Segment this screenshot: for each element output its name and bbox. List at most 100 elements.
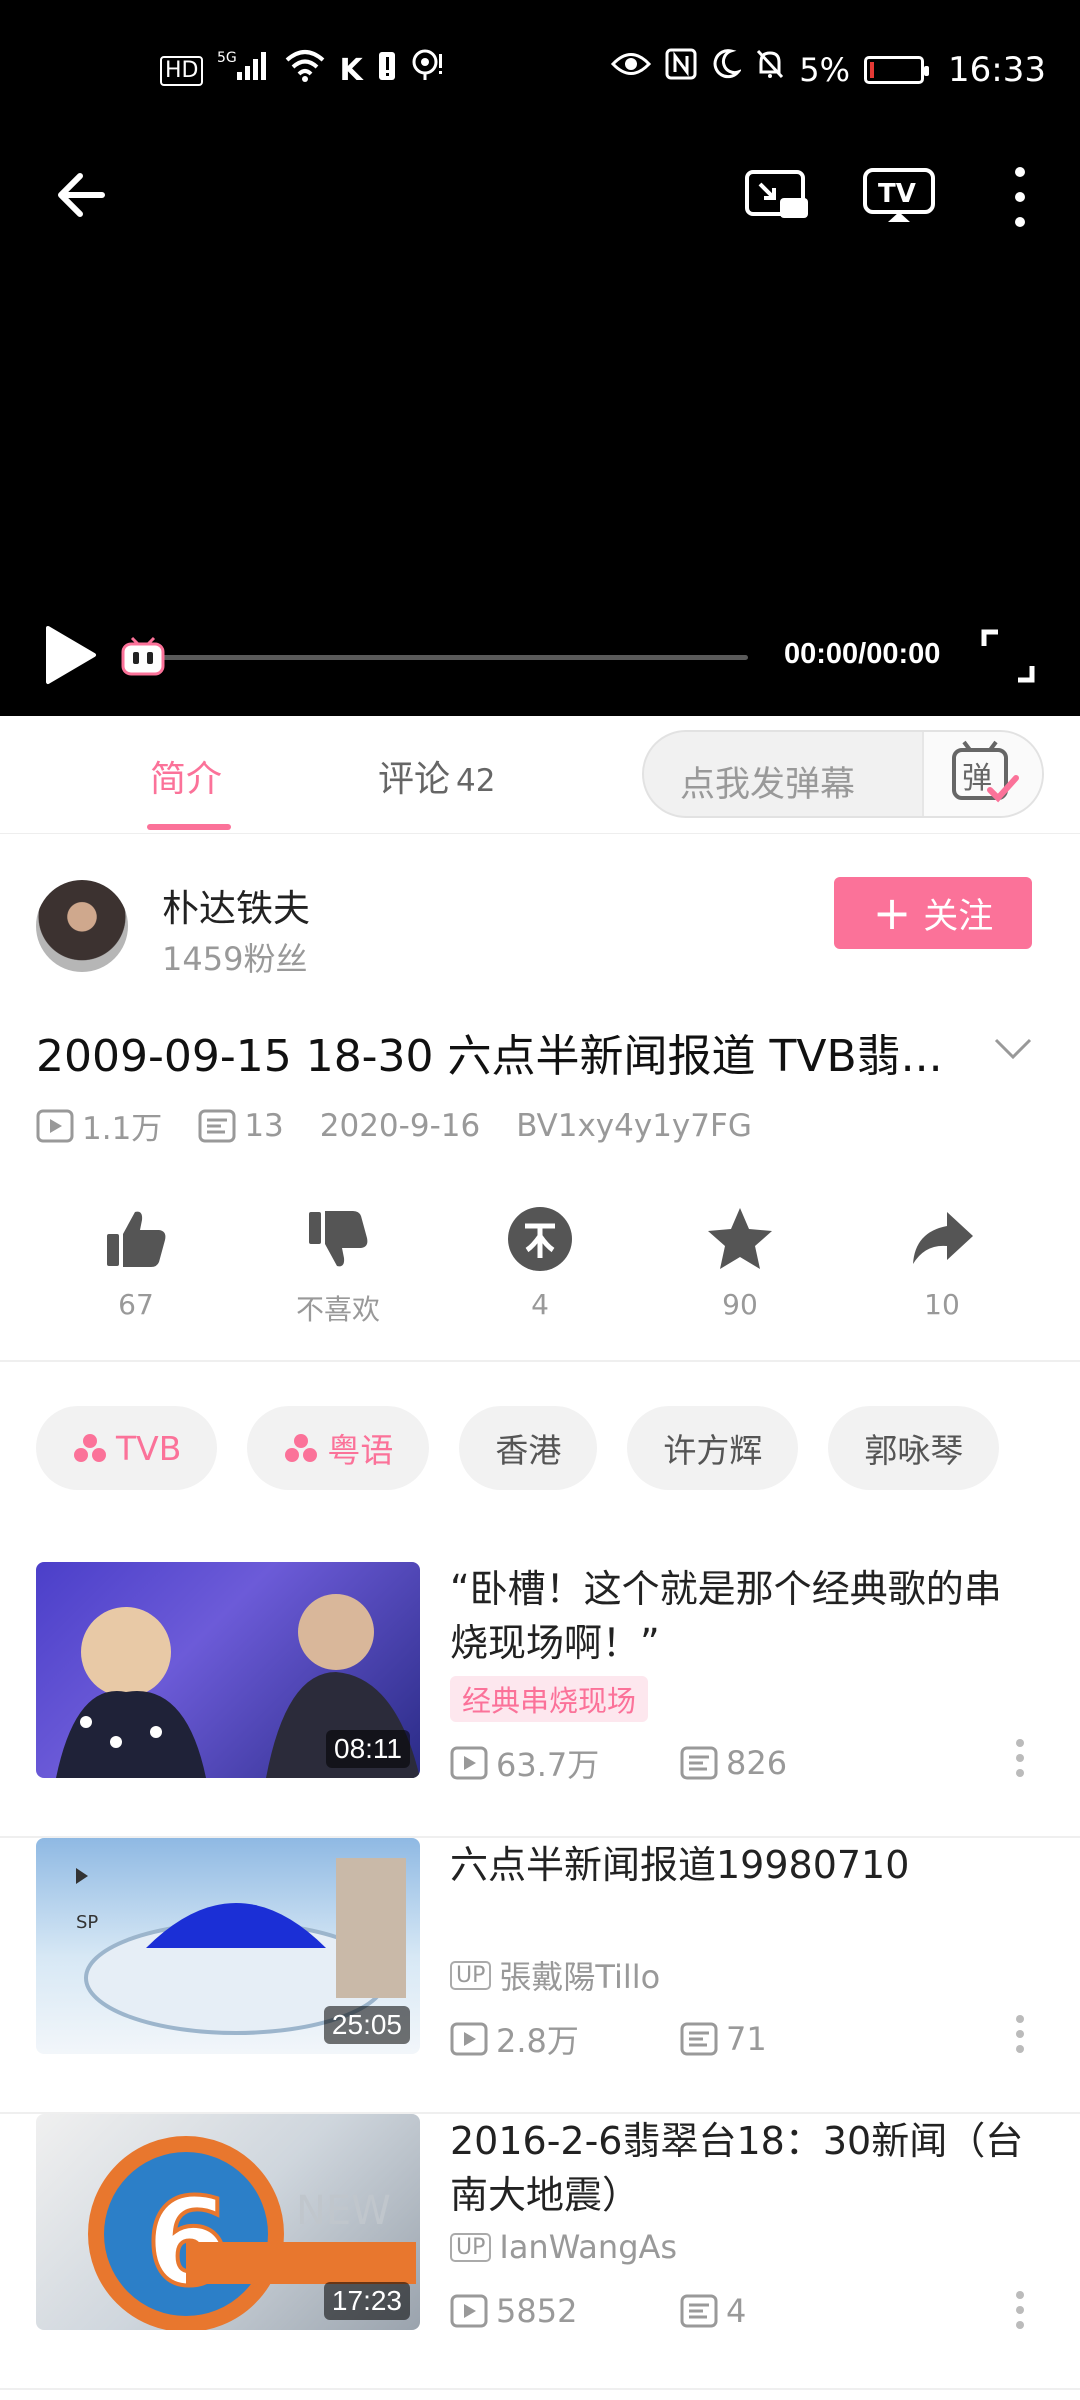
plus-icon: + [872,886,912,940]
related-video-item[interactable]: 6 NEW 17:23 2016-2-6翡翠台18：30新闻（台南大地震） UP… [0,2114,1080,2390]
more-options-button[interactable] [1000,162,1040,232]
video-thumbnail[interactable]: SP 25:05 [36,1838,420,2054]
tag-chip[interactable]: 郭咏琴 [828,1406,1000,1490]
tv-icon: TV [863,168,935,222]
tv-mascot-icon [121,636,165,676]
play-count-icon [450,2294,488,2328]
danmaku-count-icon [198,1109,236,1142]
tag-label: 粤语 [327,1431,394,1470]
tab-comments[interactable]: 评论 42 [378,750,495,802]
related-video-title[interactable]: “卧槽！这个就是那个经典歌的串烧现场啊！” [450,1562,1030,1670]
video-thumbnail[interactable]: 08:11 [36,1562,420,1778]
like-button[interactable]: 67 [61,1200,211,1321]
related-uploader[interactable]: UP 張戴陽Tillo [450,1952,660,1998]
danmaku-toggle-button[interactable]: 弹 [922,732,1042,816]
play-button[interactable] [40,620,100,690]
fullscreen-button[interactable] [980,628,1036,684]
danmaku-count-icon [680,1746,718,1780]
video-duration: 25:05 [323,2006,410,2044]
coin-count: 4 [531,1288,549,1321]
related-video-item[interactable]: 08:11 “卧槽！这个就是那个经典歌的串烧现场啊！” 经典串烧现场 63.7万… [0,1562,1080,1838]
related-more-button[interactable] [1014,2014,1026,2054]
svg-text:SP: SP [76,1912,98,1933]
channel-icon [285,1434,318,1462]
danmaku-count-icon [680,2022,718,2056]
progress-thumb[interactable] [120,636,168,678]
video-thumbnail[interactable]: 6 NEW 17:23 [36,2114,420,2330]
coin-button[interactable]: 4 [465,1200,615,1321]
tab-intro[interactable]: 简介 [150,750,222,802]
related-video-title[interactable]: 六点半新闻报道19980710 [450,1838,1030,1892]
related-danmaku: 826 [680,1744,910,1782]
detail-tabs: 简介 评论 42 点我发弹幕 弹 [0,716,1080,834]
battery-icon [864,55,930,84]
more-vertical-icon [1016,2291,1024,2329]
more-vertical-icon [1016,1739,1024,1777]
video-title: 2009-09-15 18-30 六点半新闻报道 TVB翡... [36,1031,943,1082]
danmaku-input-box[interactable]: 点我发弹幕 弹 [642,730,1044,818]
tag-chip[interactable]: 香港 [459,1406,598,1490]
like-count: 67 [118,1288,154,1321]
related-views: 5852 [450,2292,680,2330]
follow-label: 关注 [923,896,994,937]
follow-button[interactable]: + 关注 [834,877,1032,949]
tag-label: TVB [116,1428,182,1468]
chevron-down-icon [994,1038,1032,1060]
related-more-button[interactable] [1014,2290,1026,2330]
favorite-button[interactable]: 90 [665,1200,815,1321]
status-left-icons: HD 5G K [160,48,445,93]
progress-bar[interactable] [160,655,748,660]
k-icon: K [339,52,363,88]
time-display: 00:00/00:00 [784,638,941,670]
view-count-value: 1.1万 [82,1111,163,1147]
view-count: 1.1万 [36,1103,162,1148]
danmaku-icon: 弹 [952,740,1019,803]
hd-icon: HD [160,55,204,86]
video-duration: 17:23 [323,2282,410,2320]
share-button[interactable]: 10 [867,1200,1017,1321]
battery-alert-icon [377,48,397,93]
play-icon [46,626,96,684]
tag-chip[interactable]: 粤语 [247,1406,430,1490]
related-video-stats: 2.8万 71 [450,2016,910,2062]
svg-text:NEW: NEW [296,2188,391,2234]
video-player[interactable]: HD 5G K 5% 16:33 TV 00:00/00:00 [0,0,1080,716]
back-button[interactable] [50,160,120,230]
author-name[interactable]: 朴达铁夫 [162,878,310,932]
tv-cast-button[interactable]: TV [862,166,936,226]
channel-icon [74,1434,106,1462]
mute-bell-icon [755,48,785,91]
dislike-button[interactable]: 不喜欢 [263,1200,413,1328]
related-views: 2.8万 [450,2016,680,2062]
danmaku-input[interactable]: 点我发弹幕 [680,756,855,807]
expand-description-button[interactable] [990,1026,1036,1072]
coin-icon [508,1207,572,1271]
star-icon [708,1208,772,1269]
related-danmaku: 71 [680,2020,910,2058]
tag-chip[interactable]: TVB [36,1406,218,1490]
related-danmaku-value: 826 [726,1744,788,1782]
video-duration: 08:11 [326,1730,410,1768]
related-uploader[interactable]: UP IanWangAs [450,2228,677,2266]
action-bar: 67 不喜欢 4 90 10 [0,1200,1080,1360]
play-count-icon [36,1109,74,1142]
tag-chip[interactable]: 许方辉 [627,1406,799,1490]
related-more-button[interactable] [1014,1738,1026,1778]
related-views-value: 63.7万 [496,1746,600,1784]
related-video-item[interactable]: SP 25:05 六点半新闻报道19980710 UP 張戴陽Tillo 2.8… [0,1838,1080,2114]
danmaku-count-icon [680,2294,718,2328]
wifi-icon [285,48,325,93]
signal-icon: 5G [217,48,271,93]
up-badge: UP [450,1960,492,1990]
tag-list: TVB 粤语 香港 许方辉 郭咏琴 [36,1406,1000,1490]
up-badge: UP [450,2232,492,2262]
thumbs-up-icon [107,1211,166,1267]
author-avatar[interactable] [36,880,128,972]
back-arrow-icon [58,173,105,217]
fullscreen-icon [981,629,1035,683]
section-divider [0,1360,1080,1362]
related-video-title[interactable]: 2016-2-6翡翠台18：30新闻（台南大地震） [450,2114,1030,2222]
picture-in-picture-button[interactable] [744,166,810,226]
tab-comments-label: 评论 [378,759,451,800]
tag-label: 郭咏琴 [864,1431,964,1470]
